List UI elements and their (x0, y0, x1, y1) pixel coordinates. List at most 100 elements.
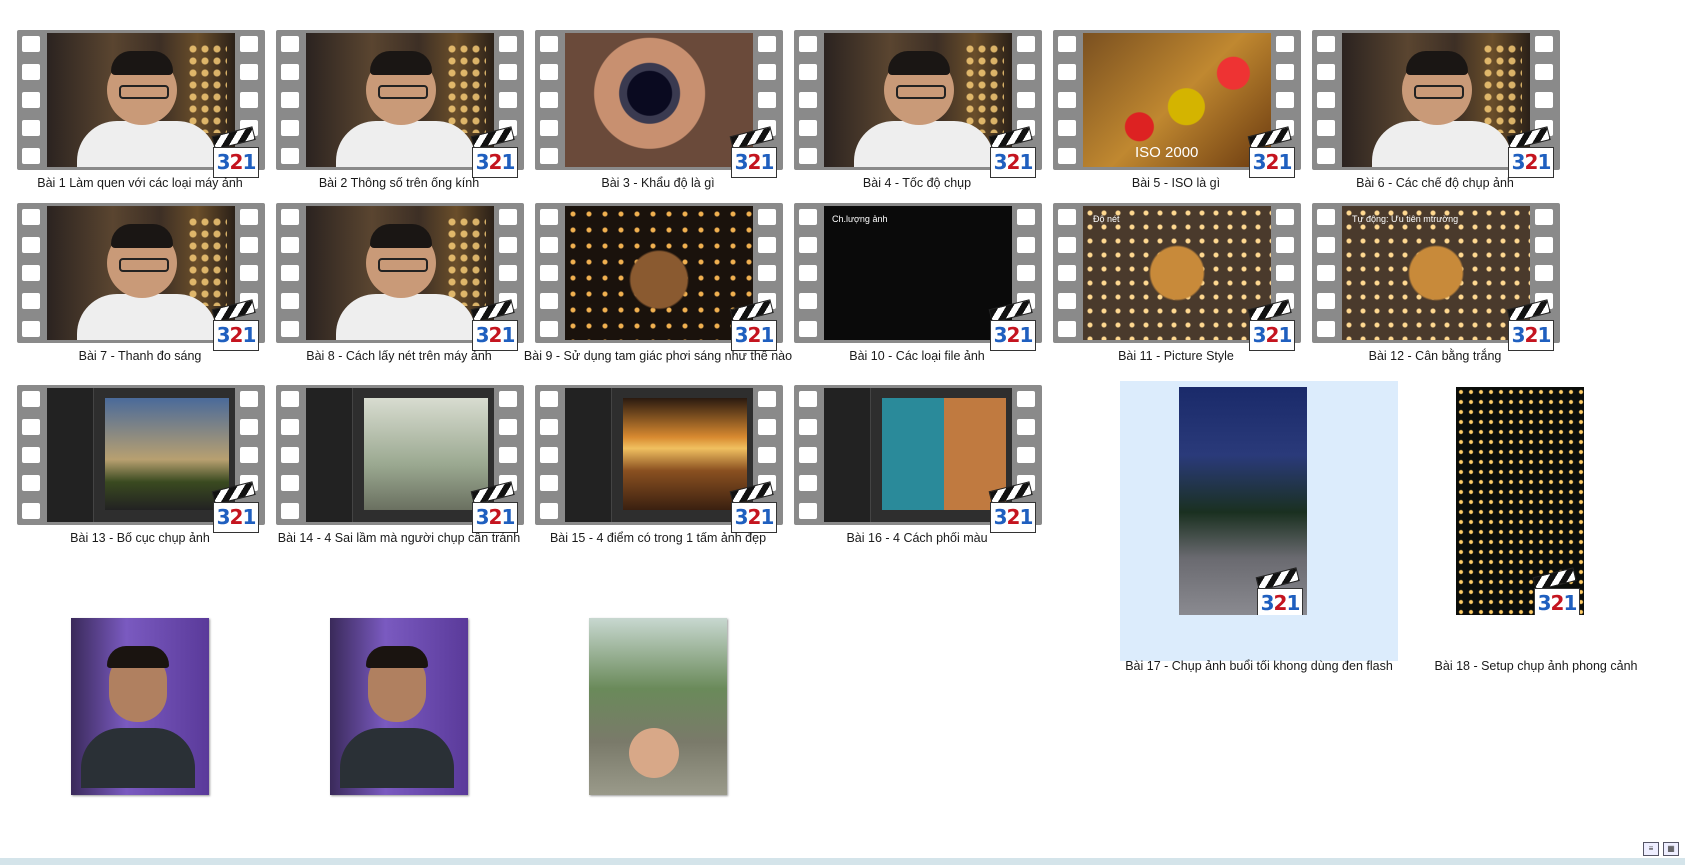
video-frame (47, 33, 235, 167)
file-item[interactable]: 321 Bài 2 Thông số trên ống kính (260, 0, 538, 190)
details-view-button[interactable]: ≡ (1643, 842, 1659, 856)
shirt (1372, 121, 1512, 167)
bokeh-lights (964, 43, 1004, 133)
shirt (77, 294, 217, 340)
file-item[interactable] (1, 603, 279, 795)
thumbnail-scene (565, 206, 753, 340)
film-perforations (22, 391, 42, 519)
file-item[interactable]: 321 Bài 6 - Các chế độ chụp ảnh (1296, 0, 1574, 190)
editor-photo (105, 398, 229, 510)
presenter (366, 51, 436, 125)
file-item[interactable]: Ch.lượng ảnh 321 Bài 10 - Các loại file ản… (778, 173, 1056, 363)
file-item[interactable] (519, 603, 797, 795)
presenter (1402, 51, 1472, 125)
file-item[interactable]: 321 Bài 9 - Sử dụng tam giác phơi sáng nh… (519, 173, 797, 363)
video-frame: Độ nét (1083, 206, 1271, 340)
film-perforations (540, 391, 560, 519)
film-perforations (1317, 36, 1337, 164)
large-icons-view-button[interactable]: ▦ (1663, 842, 1679, 856)
thumbnail-scene: ISO 2000 (1083, 33, 1271, 167)
file-name: Bài 14 - 4 Sai lầm mà người chụp cần trá… (277, 531, 521, 545)
overlay-text: ISO 2000 (1135, 144, 1199, 161)
film-perforations (1058, 36, 1078, 164)
video-thumbnail: ISO 2000 321 (1053, 30, 1301, 178)
film-perforations (22, 36, 42, 164)
editor-sidebar (306, 388, 353, 522)
video-thumbnail: 321 (535, 203, 783, 351)
file-item[interactable]: 321 Bài 16 - 4 Cách phối màu (778, 355, 1056, 545)
file-item[interactable]: ISO 2000 321 Bài 5 - ISO là gì (1037, 0, 1315, 190)
media-player-classic-icon: 321 (470, 481, 518, 533)
presenter (107, 51, 177, 125)
file-item[interactable]: 321 Bài 4 - Tốc độ chụp (778, 0, 1056, 190)
file-item[interactable]: Độ nét 321 Bài 11 - Picture Style (1037, 173, 1315, 363)
file-item[interactable]: 321 Bài 7 - Thanh đo sáng (1, 173, 279, 363)
video-frame (565, 33, 753, 167)
file-item[interactable]: Tự động: Ưu tiên mtrường 321 Bài 12 - Cân … (1296, 173, 1574, 363)
file-item[interactable]: 321 Bài 14 - 4 Sai lầm mà người chụp cần … (260, 355, 538, 545)
media-player-classic-icon: 321 (988, 299, 1036, 351)
media-player-classic-icon: 321 (988, 126, 1036, 178)
media-player-classic-icon: 321 (211, 481, 259, 533)
presenter (107, 224, 177, 298)
file-item[interactable]: 321 Bài 13 - Bố cục chụp ảnh (1, 355, 279, 545)
video-thumbnail: 321 (1312, 30, 1560, 178)
video-frame: ISO 2000 (1083, 33, 1271, 167)
media-player-classic-icon: 321 (1255, 567, 1303, 615)
video-thumbnail (71, 618, 209, 795)
video-frame (824, 33, 1012, 167)
video-frame (565, 206, 753, 340)
thumbnail-scene (47, 206, 235, 340)
media-player-classic-icon: 321 (1506, 299, 1554, 351)
bokeh-lights (1482, 43, 1522, 133)
video-frame (565, 388, 753, 522)
thumbnail-scene (306, 388, 494, 522)
film-perforations (1317, 209, 1337, 337)
thumbnail-scene (47, 388, 235, 522)
file-item[interactable]: 321 Bài 17 - Chụp ảnh buổi tối khong dùng… (1120, 381, 1398, 673)
file-item[interactable]: 321 Bài 15 - 4 điểm có trong 1 tấm ảnh đẹ… (519, 355, 797, 545)
media-player-classic-icon: 321 (211, 299, 259, 351)
video-thumbnail: 321 (276, 30, 524, 178)
bokeh-lights (446, 216, 486, 306)
film-perforations (281, 391, 301, 519)
video-thumbnail: 321 (794, 30, 1042, 178)
film-perforations (540, 36, 560, 164)
bokeh-lights (187, 216, 227, 306)
film-perforations (540, 209, 560, 337)
video-frame: Tự động: Ưu tiên mtrường (1342, 206, 1530, 340)
thumbnail-scene (824, 33, 1012, 167)
bokeh-lights (187, 43, 227, 133)
editor-photo (364, 398, 488, 510)
shirt (854, 121, 994, 167)
file-item[interactable] (260, 603, 538, 795)
video-thumbnail: 321 (1179, 387, 1307, 615)
thumbnail-scene (824, 388, 1012, 522)
bokeh-lights (446, 43, 486, 133)
editor-photo (882, 398, 1006, 510)
video-thumbnail (589, 618, 727, 795)
video-frame (306, 33, 494, 167)
thumbnail-scene: Độ nét (1083, 206, 1271, 340)
video-thumbnail: 321 (535, 385, 783, 533)
film-perforations (799, 209, 819, 337)
file-item[interactable]: 321 Bài 18 - Setup chụp ảnh phong cảnh (1397, 381, 1675, 673)
video-frame (47, 206, 235, 340)
person (629, 728, 679, 778)
media-player-classic-icon: 321 (470, 299, 518, 351)
file-item[interactable]: 321 Bài 8 - Cách lấy nét trên máy ảnh (260, 173, 538, 363)
video-thumbnail: 321 (535, 30, 783, 178)
media-player-classic-icon: 321 (1247, 299, 1295, 351)
video-thumbnail: 321 (794, 385, 1042, 533)
thumbnail-scene (565, 388, 753, 522)
video-thumbnail: 321 (1456, 387, 1584, 615)
thumbnail-scene (1342, 33, 1530, 167)
media-player-classic-icon: 321 (470, 126, 518, 178)
film-perforations (281, 209, 301, 337)
thumbnail-scene (330, 618, 468, 795)
file-item[interactable]: 321 Bài 1 Làm quen với các loại máy ảnh (1, 0, 279, 190)
file-name: Bài 11 - Picture Style (1118, 349, 1234, 363)
media-player-classic-icon: 321 (988, 481, 1036, 533)
file-item[interactable]: 321 Bài 3 - Khẩu độ là gì (519, 0, 797, 190)
video-frame (306, 388, 494, 522)
